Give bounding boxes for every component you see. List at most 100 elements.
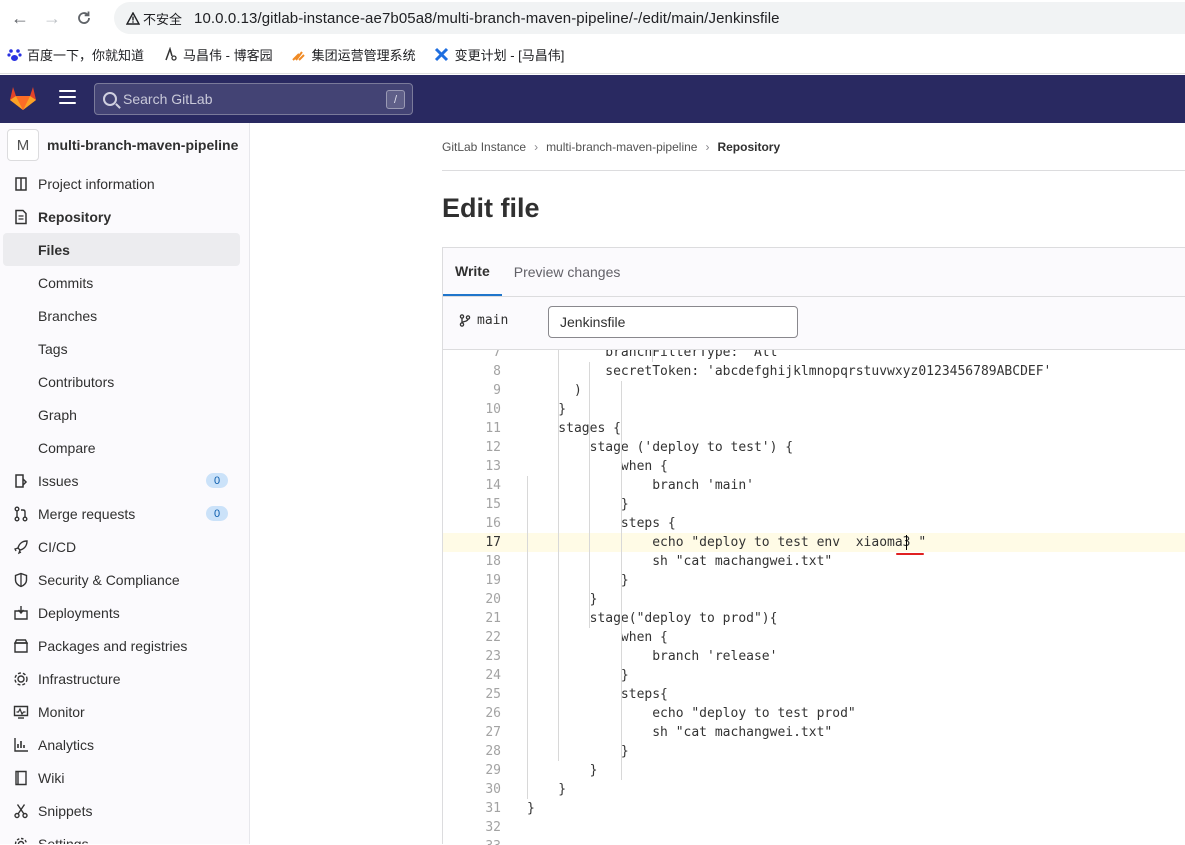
code-line[interactable]: 25 steps{ (443, 685, 1185, 704)
sidebar-item-security-compliance[interactable]: Security & Compliance (0, 563, 249, 596)
sidebar-item-tags[interactable]: Tags (0, 332, 249, 365)
code-line[interactable]: 27 sh "cat machangwei.txt" (443, 723, 1185, 742)
book-icon (12, 769, 30, 787)
project-header[interactable]: M multi-branch-maven-pipeline (0, 123, 249, 167)
code-line[interactable]: 19 } (443, 571, 1185, 590)
code-line[interactable]: 32 (443, 818, 1185, 837)
bookmark-ops[interactable]: 集团运营管理系统 (291, 45, 416, 64)
code-line[interactable]: 30 } (443, 780, 1185, 799)
sidebar-item-cicd[interactable]: CI/CD (0, 530, 249, 563)
code-text: } (527, 497, 629, 512)
sidebar-item-graph[interactable]: Graph (0, 398, 249, 431)
code-line[interactable]: 9 ) (443, 381, 1185, 400)
sidebar-item-compare[interactable]: Compare (0, 431, 249, 464)
line-number: 21 (485, 611, 501, 626)
breadcrumb-project[interactable]: multi-branch-maven-pipeline (546, 140, 697, 154)
line-number: 13 (485, 459, 501, 474)
sidebar-item-merge-requests[interactable]: Merge requests 0 (0, 497, 249, 530)
url-field[interactable]: 不安全 10.0.0.13/gitlab-instance-ae7b05a8/m… (114, 2, 1185, 34)
back-button[interactable]: ← (4, 2, 36, 34)
repository-icon (12, 208, 30, 226)
code-editor[interactable]: 7 branchFilterType: 'All' 8 secretToken: … (443, 350, 1185, 845)
code-line[interactable]: 14 branch 'main' (443, 476, 1185, 495)
line-number: 31 (485, 801, 501, 816)
bookmark-baidu[interactable]: 百度一下，你就知道 (6, 45, 144, 64)
line-number: 19 (485, 573, 501, 588)
project-avatar: M (7, 129, 39, 161)
code-text: steps{ (527, 687, 668, 702)
sidebar-item-analytics[interactable]: Analytics (0, 728, 249, 761)
code-text: stages { (527, 421, 621, 436)
code-line[interactable]: 13 when { (443, 457, 1185, 476)
reload-button[interactable] (68, 2, 100, 34)
sidebar-item-contributors[interactable]: Contributors (0, 365, 249, 398)
search-input[interactable]: Search GitLab / (94, 83, 413, 115)
code-line[interactable]: 26 echo "deploy to test prod" (443, 704, 1185, 723)
ops-system-icon (291, 47, 307, 63)
sidebar-item-commits[interactable]: Commits (0, 266, 249, 299)
sidebar-item-project-information[interactable]: Project information (0, 167, 249, 200)
code-text: secretToken: 'abcdefghijklmnopqrstuvwxyz… (527, 364, 1052, 379)
sidebar-item-label: Snippets (38, 802, 93, 819)
tab-write[interactable]: Write (443, 248, 502, 296)
line-number: 26 (485, 706, 501, 721)
sidebar-item-wiki[interactable]: Wiki (0, 761, 249, 794)
sidebar-item-packages-registries[interactable]: Packages and registries (0, 629, 249, 662)
code-line[interactable]: 18 sh "cat machangwei.txt" (443, 552, 1185, 571)
sidebar-item-settings[interactable]: Settings (0, 827, 249, 844)
code-line[interactable]: 21 stage("deploy to prod"){ (443, 609, 1185, 628)
sidebar-item-label: Contributors (38, 373, 115, 390)
editor-tabs: Write Preview changes (443, 248, 1185, 297)
forward-button[interactable]: → (36, 2, 68, 34)
code-line[interactable]: 22 when { (443, 628, 1185, 647)
gitlab-logo-icon[interactable] (9, 85, 37, 111)
sidebar-item-branches[interactable]: Branches (0, 299, 249, 332)
search-icon (103, 92, 117, 106)
chart-icon (12, 736, 30, 754)
code-line[interactable]: 11 stages { (443, 419, 1185, 438)
sidebar-item-infrastructure[interactable]: Infrastructure (0, 662, 249, 695)
code-text: when { (527, 630, 668, 645)
code-line[interactable]: 16 steps { (443, 514, 1185, 533)
line-number: 12 (485, 440, 501, 455)
code-line[interactable]: 23 branch 'release' (443, 647, 1185, 666)
file-info-bar: main Jenkinsfile (443, 297, 1185, 350)
security-indicator[interactable]: 不安全 (126, 9, 182, 28)
code-line[interactable]: 24 } (443, 666, 1185, 685)
sidebar-item-files[interactable]: Files (3, 233, 240, 266)
bookmark-cnblogs[interactable]: 马昌伟 - 博客园 (162, 45, 273, 64)
line-number: 22 (485, 630, 501, 645)
code-text: echo "deploy to test prod" (527, 706, 856, 721)
shield-icon (12, 571, 30, 589)
sidebar-item-repository[interactable]: Repository (0, 200, 249, 233)
code-line[interactable]: 10 } (443, 400, 1185, 419)
menu-icon[interactable] (59, 90, 76, 104)
line-number: 9 (493, 383, 501, 398)
sidebar-item-label: Merge requests (38, 505, 136, 522)
code-line[interactable]: 28 } (443, 742, 1185, 761)
code-line[interactable]: 12 stage ('deploy to test') { (443, 438, 1185, 457)
branch-name: main (477, 313, 509, 328)
code-line[interactable]: 17 echo "deploy to test env xiaoma3 " (443, 533, 1185, 552)
file-name-field[interactable]: Jenkinsfile (548, 306, 798, 338)
tab-preview-changes[interactable]: Preview changes (502, 248, 633, 296)
code-text: } (527, 801, 535, 816)
bookmark-change-plan[interactable]: 变更计划 - [马昌伟] (434, 45, 565, 64)
indent-guide (589, 362, 591, 628)
code-line[interactable]: 20 } (443, 590, 1185, 609)
breadcrumb-gitlab-instance[interactable]: GitLab Instance (442, 140, 526, 154)
sidebar-item-monitor[interactable]: Monitor (0, 695, 249, 728)
code-text: } (527, 573, 629, 588)
sidebar-item-deployments[interactable]: Deployments (0, 596, 249, 629)
code-line[interactable]: 7 branchFilterType: 'All' (443, 350, 1185, 362)
code-line[interactable]: 15 } (443, 495, 1185, 514)
sidebar-item-issues[interactable]: Issues 0 (0, 464, 249, 497)
code-line[interactable]: 31} (443, 799, 1185, 818)
breadcrumb-repository[interactable]: Repository (717, 140, 780, 154)
code-line[interactable]: 8 secretToken: 'abcdefghijklmnopqrstuvwx… (443, 362, 1185, 381)
scissors-icon (12, 802, 30, 820)
code-text: } (527, 402, 567, 417)
bookmark-label: 变更计划 - [马昌伟] (454, 48, 565, 63)
code-line[interactable]: 29 } (443, 761, 1185, 780)
sidebar-item-snippets[interactable]: Snippets (0, 794, 249, 827)
